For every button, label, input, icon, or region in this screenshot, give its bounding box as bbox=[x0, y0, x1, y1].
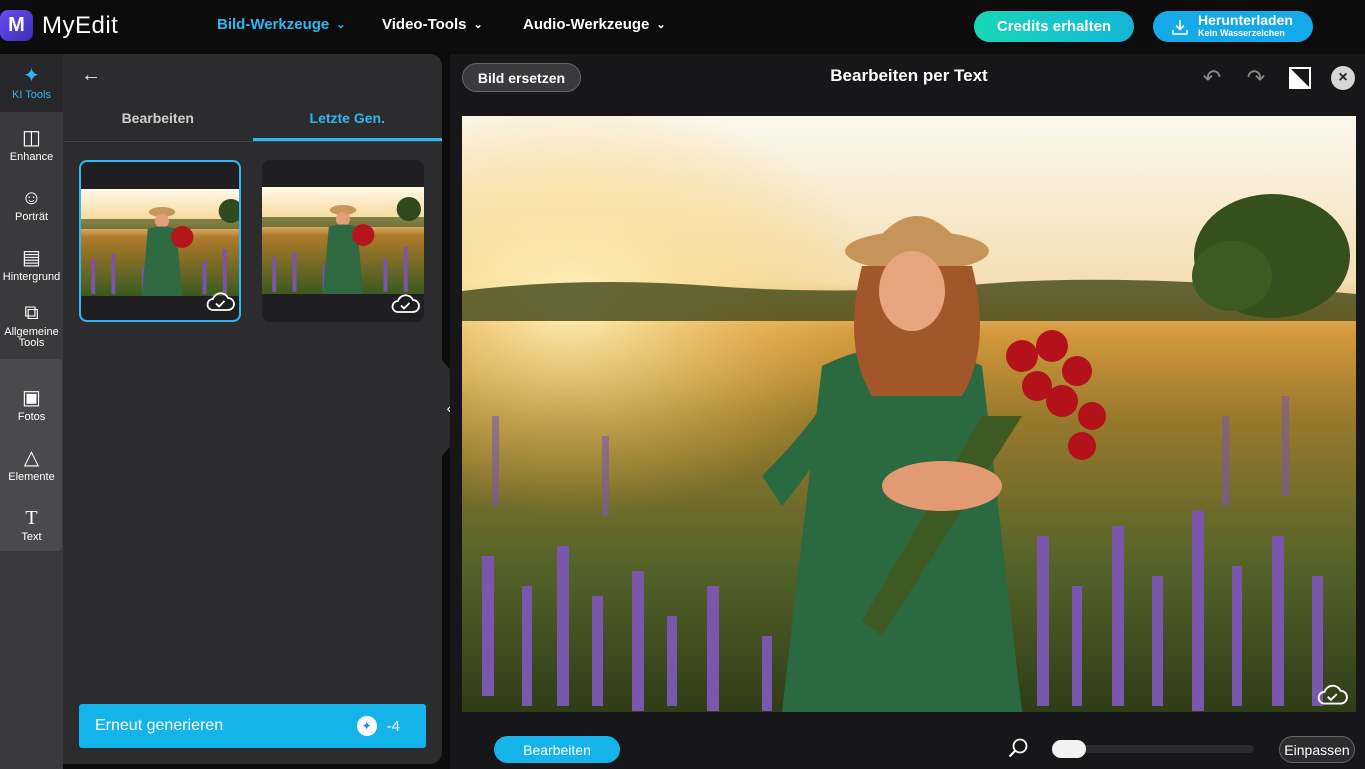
tab-letzte-gen[interactable]: Letzte Gen. bbox=[252, 99, 442, 141]
nav-bild-werkzeuge[interactable]: Bild-Werkzeuge ⌄ bbox=[217, 16, 345, 33]
rail-item-elemente[interactable]: △ Elemente bbox=[0, 436, 63, 494]
chevron-down-icon: ⌄ bbox=[656, 19, 666, 31]
close-icon[interactable]: × bbox=[1331, 66, 1355, 90]
rail-item-fotos[interactable]: ▣ Fotos bbox=[0, 376, 63, 434]
rail-item-hintergrund[interactable]: ▤ Hintergrund bbox=[0, 236, 63, 294]
regenerate-label: Erneut generieren bbox=[95, 717, 224, 734]
workspace: Bild ersetzen Bearbeiten per Text ↶ ↷ × bbox=[450, 54, 1365, 769]
edit-button[interactable]: Bearbeiten bbox=[494, 736, 620, 763]
nav-label: Audio-Werkzeuge bbox=[523, 16, 650, 33]
thumbnail-image bbox=[262, 187, 424, 294]
credits-button[interactable]: Credits erhalten bbox=[974, 11, 1134, 42]
image-enhance-icon: ◫ bbox=[22, 127, 41, 149]
portrait-icon: ☺ bbox=[21, 187, 42, 209]
chevron-down-icon: ⌄ bbox=[336, 19, 346, 31]
zoom-slider-handle[interactable] bbox=[1052, 740, 1086, 758]
rail-label: Allgemeine Tools bbox=[4, 325, 59, 349]
app-logo[interactable]: M MyEdit bbox=[0, 10, 118, 41]
regenerate-button[interactable]: Erneut generieren ✦ -4 bbox=[79, 704, 426, 748]
rail-label: Enhance bbox=[9, 151, 54, 163]
rail-item-ki-tools[interactable]: ✦ KI Tools bbox=[0, 54, 63, 112]
fit-button[interactable]: Einpassen bbox=[1279, 736, 1355, 763]
replace-image-button[interactable]: Bild ersetzen bbox=[462, 63, 581, 92]
rail-item-text[interactable]: T Text bbox=[0, 496, 63, 554]
back-arrow-icon[interactable]: ← bbox=[81, 64, 101, 87]
redo-icon[interactable]: ↷ bbox=[1244, 66, 1268, 90]
download-sublabel: Kein Wasserzeichen bbox=[1198, 27, 1285, 38]
generation-thumbnail-2[interactable] bbox=[262, 160, 424, 322]
tool-rail: ✦ KI Tools ◫ Enhance ☺ Porträt ▤ Hinterg… bbox=[0, 54, 63, 769]
background-icon: ▤ bbox=[22, 247, 41, 269]
top-bar: M MyEdit Bild-Werkzeuge ⌄ Video-Tools ⌄ … bbox=[0, 0, 1365, 52]
rail-label: Hintergrund bbox=[2, 271, 61, 283]
cloud-check-icon bbox=[391, 294, 420, 313]
app-name: MyEdit bbox=[42, 11, 119, 39]
rail-label: Text bbox=[21, 531, 42, 543]
cloud-check-icon bbox=[206, 292, 235, 311]
rail-item-portraet[interactable]: ☺ Porträt bbox=[0, 176, 63, 234]
rail-item-allgemeine-tools[interactable]: ⧉ Allgemeine Tools bbox=[0, 296, 63, 354]
rail-label: Elemente bbox=[8, 471, 55, 483]
thumbnail-image bbox=[81, 189, 239, 296]
image-canvas[interactable] bbox=[462, 116, 1356, 712]
panel-tabs: Bearbeiten Letzte Gen. bbox=[63, 99, 442, 142]
download-label: Herunterladen bbox=[1198, 11, 1293, 28]
layers-icon: ⧉ bbox=[24, 301, 39, 324]
tab-bearbeiten[interactable]: Bearbeiten bbox=[63, 99, 253, 141]
download-icon bbox=[1172, 19, 1188, 35]
zoom-icon bbox=[1008, 738, 1028, 758]
rail-label: Fotos bbox=[17, 411, 46, 423]
shapes-icon: △ bbox=[23, 447, 40, 469]
regenerate-cost: -4 bbox=[386, 717, 400, 735]
side-panel: ← Bearbeiten Letzte Gen. Erneut generier… bbox=[63, 54, 442, 764]
nav-label: Bild-Werkzeuge bbox=[217, 16, 330, 33]
chevron-down-icon: ⌄ bbox=[473, 19, 483, 31]
rail-item-enhance[interactable]: ◫ Enhance bbox=[0, 116, 63, 174]
download-button[interactable]: Herunterladen Kein Wasserzeichen bbox=[1153, 11, 1313, 42]
nav-audio-werkzeuge[interactable]: Audio-Werkzeuge ⌄ bbox=[523, 16, 666, 33]
cloud-check-icon bbox=[1317, 684, 1348, 705]
logo-mark-icon: M bbox=[0, 10, 33, 41]
undo-icon[interactable]: ↶ bbox=[1200, 66, 1224, 90]
credit-sparkle-icon: ✦ bbox=[356, 716, 377, 736]
magic-wand-icon: ✦ bbox=[23, 65, 40, 87]
compare-icon[interactable] bbox=[1288, 66, 1312, 90]
text-icon: T bbox=[25, 507, 38, 529]
rail-label: Porträt bbox=[14, 211, 48, 223]
page-title: Bearbeiten per Text bbox=[830, 66, 988, 85]
nav-label: Video-Tools bbox=[382, 16, 467, 33]
main-photo bbox=[462, 116, 1356, 712]
photo-icon: ▣ bbox=[22, 387, 41, 409]
nav-video-tools[interactable]: Video-Tools ⌄ bbox=[382, 16, 483, 33]
zoom-slider[interactable] bbox=[1052, 740, 1254, 758]
rail-label: KI Tools bbox=[12, 89, 51, 101]
generation-thumbnail-1[interactable] bbox=[79, 160, 241, 322]
